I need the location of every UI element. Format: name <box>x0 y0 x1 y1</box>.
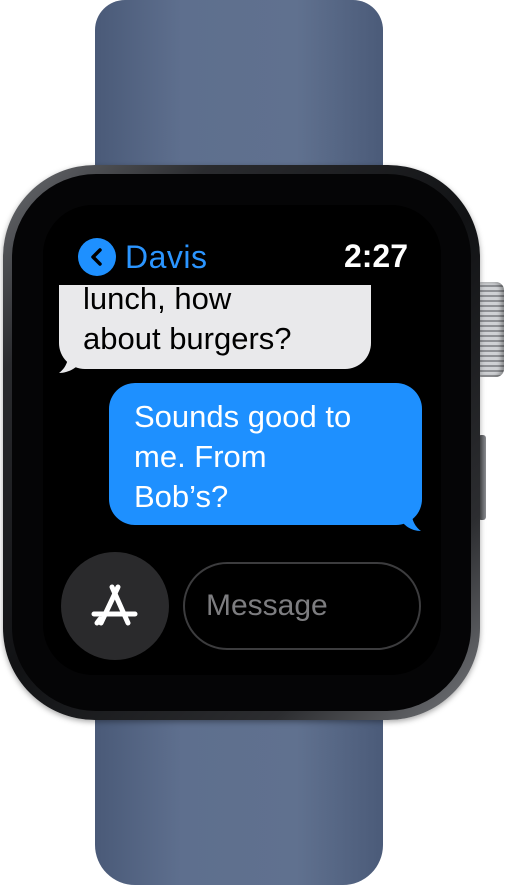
status-bar: Davis 2:27 <box>43 205 441 285</box>
message-placeholder: Message <box>206 589 328 622</box>
contact-name: Davis <box>125 238 208 275</box>
app-store-icon <box>91 584 138 626</box>
sent-message-text: Sounds good to me. From Bob’s? <box>134 397 414 517</box>
message-input[interactable]: Message <box>183 562 421 650</box>
sent-bubble-tail <box>401 505 421 531</box>
message-line: Bob’s? <box>134 479 229 514</box>
message-line: lunch, how <box>83 281 232 316</box>
watch-screen: lunch, how about burgers? Sounds good to… <box>43 205 441 675</box>
received-bubble-tail <box>59 347 85 373</box>
chevron-left-icon <box>78 238 116 276</box>
back-button[interactable]: Davis <box>78 238 208 276</box>
app-store-button[interactable] <box>61 552 169 660</box>
clock-time: 2:27 <box>343 238 408 274</box>
received-message-text: lunch, how about burgers? <box>83 279 363 359</box>
sent-message-bubble[interactable]: Sounds good to me. From Bob’s? <box>109 383 422 525</box>
message-line: me. From <box>134 439 267 474</box>
watch-stage: lunch, how about burgers? Sounds good to… <box>0 0 509 885</box>
message-line: Sounds good to <box>134 399 352 434</box>
message-line: about burgers? <box>83 321 292 356</box>
